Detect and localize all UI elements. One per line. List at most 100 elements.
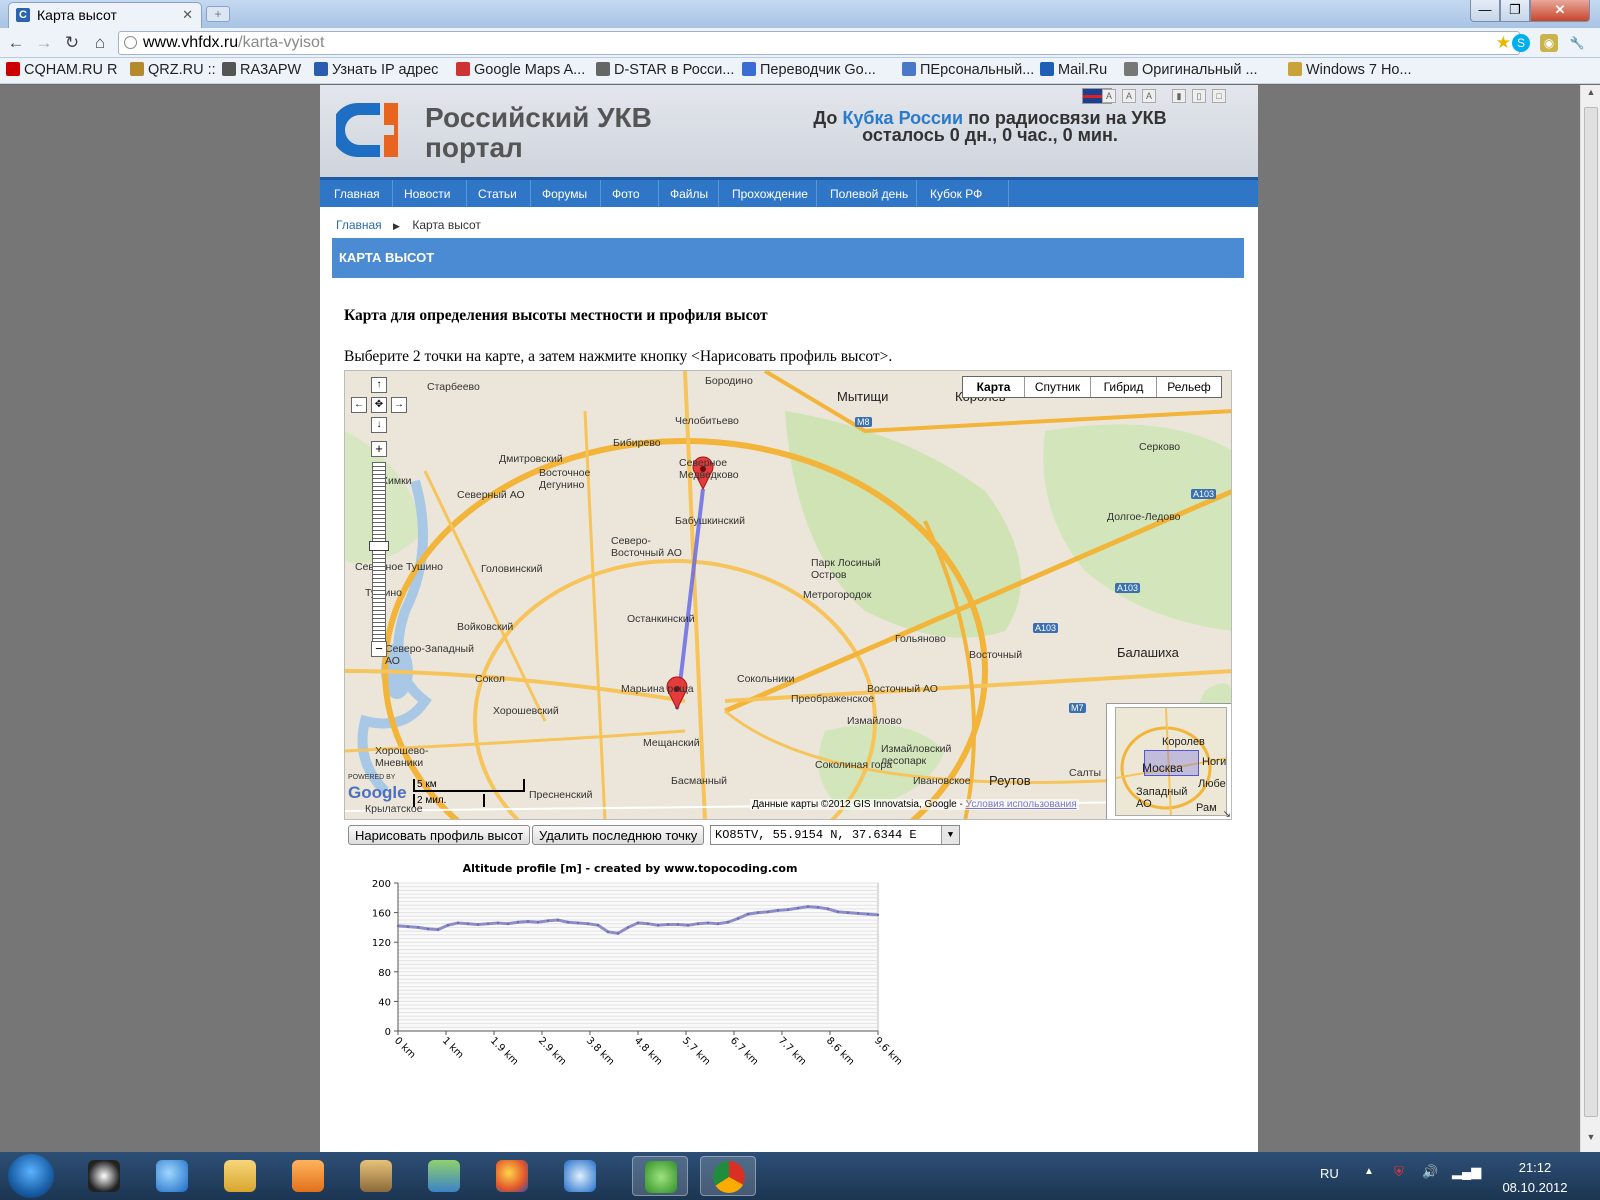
y-tick-label: 200 — [372, 879, 391, 890]
font-size-large-icon[interactable]: A — [1142, 89, 1156, 103]
bookmark-star-icon[interactable]: ★ — [1496, 33, 1511, 53]
nav-item[interactable]: Статьи — [478, 187, 517, 201]
zoom-slider-thumb[interactable] — [369, 541, 389, 551]
taskbar-app[interactable] — [416, 1156, 472, 1196]
font-size-medium-icon[interactable]: A — [1122, 89, 1136, 103]
y-tick-label: 80 — [378, 968, 391, 979]
point-select[interactable]: KO85TV, 55.9154 N, 37.6344 E ▼ — [710, 825, 960, 845]
map-scale: 5 км 2 мил. — [413, 779, 533, 809]
bookmark-item[interactable]: QRZ.RU :: — [130, 62, 216, 78]
map-canvas[interactable]: Старбеево Бородино Мытищи Королев Бибирево Че… — [344, 370, 1232, 820]
close-window-button[interactable]: ✕ — [1530, 0, 1590, 22]
scroll-down-icon[interactable]: ▼ — [1581, 1132, 1600, 1150]
extension-icon[interactable]: ◉ — [1540, 34, 1558, 52]
layout-narrow-icon[interactable]: ▮ — [1172, 89, 1186, 103]
bookmark-item[interactable]: RA3APW — [222, 62, 301, 78]
bookmark-item[interactable]: Windows 7 Ho... — [1288, 62, 1412, 78]
minimize-button[interactable]: — — [1470, 0, 1500, 22]
map-type-button[interactable]: Гибрид — [1091, 377, 1157, 397]
nav-item[interactable]: Прохождение — [732, 187, 808, 201]
taskbar-utorrent[interactable] — [632, 1156, 688, 1196]
layout-medium-icon[interactable]: ▯ — [1192, 89, 1206, 103]
bookmark-item[interactable]: D-STAR в Росси... — [596, 62, 734, 78]
chart-title: Altitude profile [m] - created by www.to… — [463, 862, 798, 875]
nav-separator — [600, 180, 601, 207]
bookmark-item[interactable]: Mail.Ru — [1040, 62, 1107, 78]
nav-item[interactable]: Новости — [404, 187, 450, 201]
site-logo-icon[interactable] — [336, 99, 410, 161]
pan-left-icon[interactable]: ← — [351, 397, 367, 413]
map-type-button[interactable]: Рельеф — [1157, 377, 1221, 397]
map-type-button[interactable]: Спутник — [1025, 377, 1091, 397]
reload-icon[interactable]: ↻ — [62, 33, 82, 53]
nav-item[interactable]: Главная — [334, 187, 380, 201]
maximize-button[interactable]: ❐ — [1500, 0, 1530, 22]
dropdown-arrow-icon[interactable]: ▼ — [941, 826, 959, 844]
nav-separator — [392, 180, 393, 207]
volume-icon[interactable]: 🔊 — [1422, 1164, 1438, 1180]
page-scrollbar[interactable]: ▲ ▼ — [1580, 85, 1600, 1152]
pan-up-icon[interactable]: ↑ — [371, 377, 387, 393]
bookmark-item[interactable]: Google Maps A... — [456, 62, 585, 78]
start-button[interactable] — [8, 1154, 54, 1198]
taskbar-chrome[interactable] — [700, 1156, 756, 1196]
nav-item[interactable]: Полевой день — [830, 187, 908, 201]
taskbar-explorer[interactable] — [212, 1156, 268, 1196]
home-icon[interactable]: ⌂ — [90, 33, 110, 53]
map-type-button[interactable]: Карта — [963, 377, 1025, 397]
taskbar-app[interactable] — [76, 1156, 132, 1196]
wrench-icon[interactable]: 🔧 — [1568, 34, 1586, 52]
overview-toggle-icon[interactable]: ↘ — [1223, 809, 1231, 819]
pan-right-icon[interactable]: → — [391, 397, 407, 413]
bookmark-item[interactable]: ПЕрсональный... — [902, 62, 1034, 78]
network-icon[interactable]: ▂▄▆ — [1452, 1164, 1481, 1180]
taskbar-firefox[interactable] — [484, 1156, 540, 1196]
skype-icon[interactable]: S — [1512, 34, 1530, 52]
page-info-icon[interactable] — [124, 36, 137, 49]
clock[interactable]: 21:12 08.10.2012 — [1490, 1158, 1580, 1198]
altitude-point — [736, 917, 740, 920]
terms-link[interactable]: Условия использования — [966, 799, 1077, 810]
forward-icon[interactable]: → — [34, 33, 54, 53]
close-tab-icon[interactable]: ✕ — [182, 7, 193, 23]
taskbar-mail-agent[interactable] — [552, 1156, 608, 1196]
taskbar-media-player[interactable] — [280, 1156, 336, 1196]
countdown-remaining: осталось 0 дн., 0 час., 0 мин. — [862, 125, 1118, 145]
back-icon[interactable]: ← — [6, 33, 26, 53]
taskbar-ie[interactable] — [144, 1156, 200, 1196]
zoom-out-icon[interactable]: − — [371, 641, 387, 657]
layout-wide-icon[interactable]: □ — [1212, 89, 1226, 103]
zoom-slider[interactable] — [372, 462, 386, 642]
draw-profile-button[interactable]: Нарисовать профиль высот — [348, 825, 531, 845]
antivirus-icon[interactable]: ⛨ — [1394, 1164, 1404, 1180]
tray-expand-icon[interactable]: ▲ — [1364, 1166, 1374, 1177]
site-title[interactable]: Российский УКВ портал — [425, 103, 725, 163]
bookmark-item[interactable]: Узнать IP адрес — [314, 62, 438, 78]
delete-last-point-button[interactable]: Удалить последнюю точку — [532, 825, 705, 845]
font-size-small-icon[interactable]: A — [1102, 89, 1116, 103]
pan-down-icon[interactable]: ↓ — [371, 417, 387, 433]
bookmark-favicon-icon — [1040, 62, 1054, 76]
tab-active[interactable]: C Карта высот ✕ — [8, 2, 202, 28]
google-logo[interactable]: POWERED BY Google — [348, 774, 407, 803]
nav-item[interactable]: Фото — [612, 187, 640, 201]
overview-map[interactable]: Королев Москва Западный АО Любер Рам Ног… — [1106, 703, 1231, 819]
taskbar-app[interactable] — [348, 1156, 404, 1196]
nav-item[interactable]: Файлы — [670, 187, 708, 201]
nav-item[interactable]: Кубок РФ — [930, 187, 982, 201]
map-place-label: Бабушкинский — [675, 515, 746, 527]
bookmark-item[interactable]: Оригинальный ... — [1124, 62, 1258, 78]
new-tab-button[interactable]: + — [206, 6, 230, 22]
language-indicator[interactable]: RU — [1320, 1166, 1339, 1181]
scroll-up-icon[interactable]: ▲ — [1581, 87, 1600, 105]
bookmark-item[interactable]: CQHAM.RU R — [6, 62, 117, 78]
zoom-in-icon[interactable]: + — [371, 441, 387, 457]
scrollbar-thumb[interactable] — [1584, 107, 1598, 1117]
address-bar[interactable]: www.vhfdx.ru/karta-vyisot ★ — [118, 31, 1520, 55]
altitude-point — [476, 923, 480, 926]
nav-separator — [466, 180, 467, 207]
breadcrumb-home[interactable]: Главная — [336, 218, 382, 232]
pan-center-icon[interactable]: ✥ — [371, 397, 387, 413]
nav-item[interactable]: Форумы — [542, 187, 587, 201]
bookmark-item[interactable]: Переводчик Go... — [742, 62, 876, 78]
